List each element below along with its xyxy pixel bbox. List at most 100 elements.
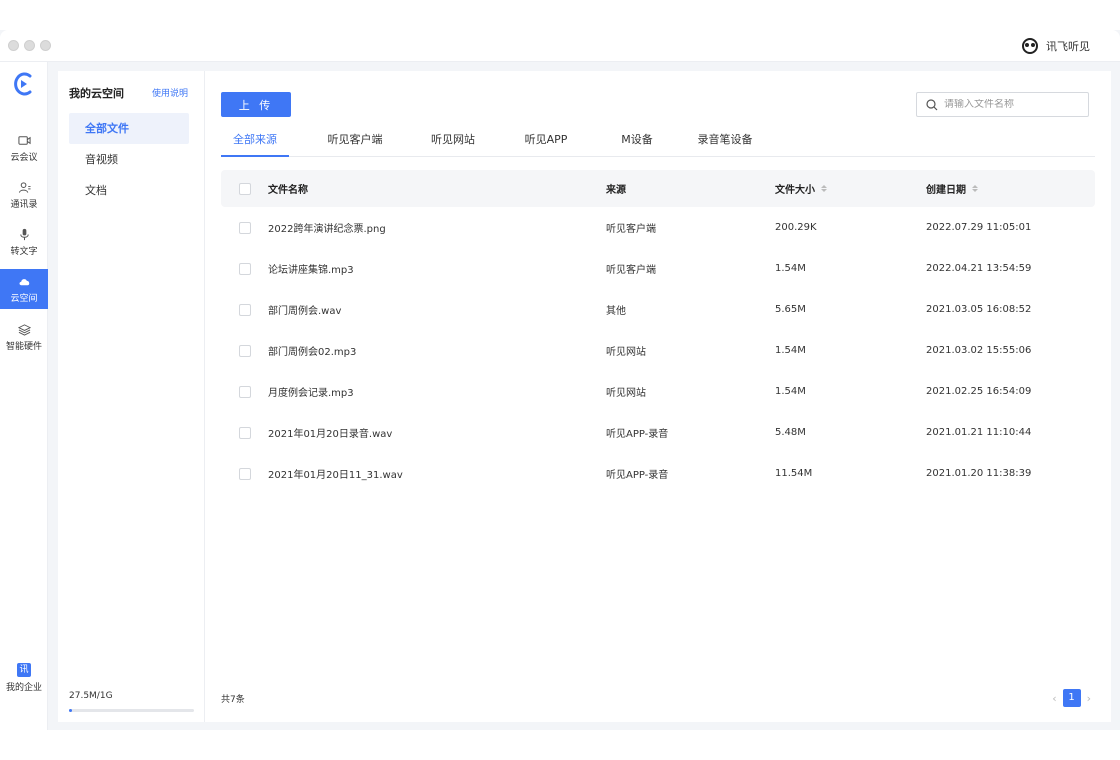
- select-all-checkbox[interactable]: [239, 182, 251, 195]
- file-date: 2021.02.25 16:54:09: [926, 386, 1032, 397]
- file-date: 2021.01.21 11:10:44: [926, 427, 1032, 438]
- close-window-button[interactable]: [8, 40, 19, 51]
- tab-all-sources[interactable]: 全部来源: [221, 126, 289, 157]
- rail-item-hardware[interactable]: 智能硬件: [0, 317, 48, 357]
- table-row[interactable]: 部门周例会.wav 其他 5.65M 2021.03.05 16:08:52: [221, 289, 1095, 330]
- file-name: 2021年01月20日录音.wav: [268, 429, 393, 440]
- storage-quota-bar: [69, 709, 194, 712]
- space-item-documents[interactable]: 文档: [69, 175, 189, 206]
- contacts-icon: [18, 181, 31, 193]
- file-source: 听见网站: [606, 347, 646, 358]
- space-item-all-files[interactable]: 全部文件: [69, 113, 189, 144]
- rail-label: 云会议: [10, 152, 38, 163]
- table-row[interactable]: 2022跨年演讲纪念票.png 听见客户端 200.29K 2022.07.29 11…: [221, 207, 1095, 248]
- row-checkbox[interactable]: [239, 221, 251, 234]
- storage-quota-text: 27.5M/1G: [69, 691, 113, 701]
- file-source: 其他: [606, 306, 626, 317]
- title-bar: 讯飞听见: [0, 30, 1120, 62]
- upload-button[interactable]: 上 传: [221, 92, 291, 117]
- minimize-window-button[interactable]: [24, 40, 35, 51]
- file-date: 2021.03.02 15:55:06: [926, 345, 1032, 356]
- file-date: 2022.04.21 13:54:59: [926, 263, 1032, 274]
- table-row[interactable]: 月度例会记录.mp3 听见网站 1.54M 2021.02.25 16:54:09: [221, 371, 1095, 412]
- column-header-date[interactable]: 创建日期: [926, 170, 978, 207]
- row-checkbox[interactable]: [239, 426, 251, 439]
- file-name: 部门周例会.wav: [268, 306, 342, 317]
- file-size: 5.65M: [775, 304, 806, 315]
- file-source: 听见客户端: [606, 265, 656, 276]
- table-header: 文件名称 来源 文件大小 创建日期: [221, 170, 1095, 207]
- file-name: 论坛讲座集锦.mp3: [268, 265, 354, 276]
- space-panel: 我的云空间 使用说明 全部文件 音视频 文档 27.5M/1G: [58, 71, 205, 722]
- column-header-size[interactable]: 文件大小: [775, 170, 827, 207]
- file-name: 部门周例会02.mp3: [268, 347, 357, 358]
- app-logo-icon: [14, 72, 32, 96]
- file-source: 听见APP-录音: [606, 470, 669, 481]
- file-date: 2021.03.05 16:08:52: [926, 304, 1032, 315]
- tab-m-device[interactable]: M设备: [607, 126, 667, 157]
- cloud-icon: [19, 278, 29, 285]
- row-checkbox[interactable]: [239, 385, 251, 398]
- file-size: 1.54M: [775, 263, 806, 274]
- enterprise-badge-icon: 讯: [17, 663, 31, 677]
- rail-item-transcribe[interactable]: 转文字: [0, 222, 48, 262]
- rail-item-contacts[interactable]: 通讯录: [0, 175, 48, 215]
- search-input[interactable]: [944, 99, 1084, 110]
- table-row[interactable]: 2021年01月20日录音.wav 听见APP-录音 5.48M 2021.01.21…: [221, 412, 1095, 453]
- space-title: 我的云空间: [69, 87, 124, 100]
- rail-label: 通讯录: [10, 199, 38, 210]
- layers-icon: [17, 323, 31, 336]
- table-row[interactable]: 2021年01月20日11_31.wav 听见APP-录音 11.54M 2021.0…: [221, 453, 1095, 494]
- prev-page-icon[interactable]: ‹: [1052, 692, 1056, 705]
- rail-item-cloud[interactable]: 云空间: [0, 269, 48, 309]
- file-size: 1.54M: [775, 386, 806, 397]
- row-checkbox[interactable]: [239, 467, 251, 480]
- file-name: 2022跨年演讲纪念票.png: [268, 224, 386, 235]
- space-item-audio-video[interactable]: 音视频: [69, 144, 189, 175]
- file-source: 听见网站: [606, 388, 646, 399]
- column-header-date-label: 创建日期: [926, 185, 966, 196]
- user-menu[interactable]: 讯飞听见: [1022, 38, 1090, 54]
- tab-app[interactable]: 听见APP: [514, 126, 578, 157]
- search-icon: [926, 98, 938, 110]
- page-number[interactable]: 1: [1062, 689, 1081, 707]
- row-checkbox[interactable]: [239, 303, 251, 316]
- tab-recorder[interactable]: 录音笔设备: [693, 126, 757, 157]
- row-checkbox[interactable]: [239, 262, 251, 275]
- column-header-name: 文件名称: [268, 185, 308, 196]
- file-size: 200.29K: [775, 222, 817, 233]
- next-page-icon[interactable]: ›: [1087, 692, 1091, 705]
- file-name: 2021年01月20日11_31.wav: [268, 470, 403, 481]
- file-name: 月度例会记录.mp3: [268, 388, 354, 399]
- column-header-size-label: 文件大小: [775, 185, 815, 196]
- table-body: 2022跨年演讲纪念票.png 听见客户端 200.29K 2022.07.29 11…: [221, 207, 1095, 494]
- table-row[interactable]: 论坛讲座集锦.mp3 听见客户端 1.54M 2022.04.21 13:54:59: [221, 248, 1095, 289]
- avatar: [1022, 38, 1038, 54]
- table-row[interactable]: 部门周例会02.mp3 听见网站 1.54M 2021.03.02 15:55:06: [221, 330, 1095, 371]
- tab-client[interactable]: 听见客户端: [317, 126, 393, 157]
- file-table: 文件名称 来源 文件大小 创建日期 2022跨年演讲纪念票.png 听见客户端 20…: [221, 170, 1095, 494]
- zoom-window-button[interactable]: [40, 40, 51, 51]
- sort-icon[interactable]: [972, 185, 978, 192]
- file-source: 听见客户端: [606, 224, 656, 235]
- sort-icon[interactable]: [821, 185, 827, 192]
- rail-label: 智能硬件: [5, 341, 42, 352]
- storage-quota-fill: [69, 709, 73, 712]
- total-count: 共7条: [221, 695, 245, 705]
- rail-item-enterprise[interactable]: 讯 我的企业: [0, 658, 48, 698]
- nav-rail: 云会议 通讯录 转文字 云空间 智能硬件 讯 我的企业: [0, 62, 48, 730]
- rail-label: 我的企业: [5, 683, 42, 693]
- source-tabs: 全部来源 听见客户端 听见网站 听见APP M设备 录音笔设备: [221, 126, 1095, 157]
- rail-item-meeting[interactable]: 云会议: [0, 128, 48, 168]
- search-box[interactable]: [916, 92, 1089, 117]
- file-source: 听见APP-录音: [606, 429, 669, 440]
- tab-website[interactable]: 听见网站: [421, 126, 485, 157]
- user-name: 讯飞听见: [1046, 40, 1090, 53]
- file-size: 5.48M: [775, 427, 806, 438]
- row-checkbox[interactable]: [239, 344, 251, 357]
- pagination: ‹ 1 ›: [1052, 689, 1091, 707]
- video-camera-icon: [17, 135, 31, 145]
- help-link[interactable]: 使用说明: [152, 86, 188, 99]
- microphone-icon: [19, 228, 29, 240]
- rail-label: 云空间: [10, 293, 38, 304]
